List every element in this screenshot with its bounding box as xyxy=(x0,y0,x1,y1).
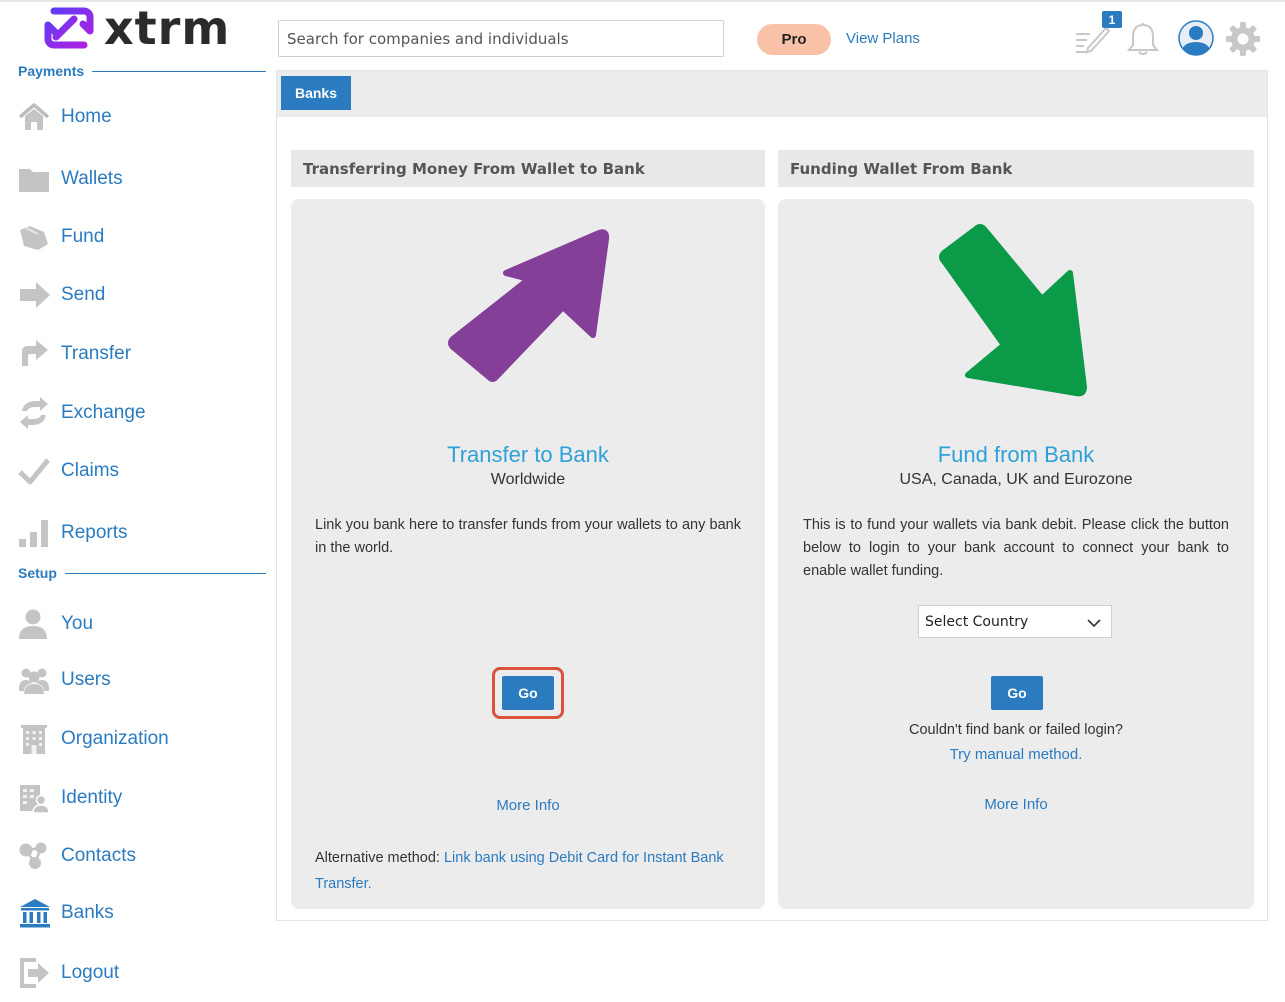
sidebar-item-you[interactable]: You xyxy=(18,606,258,642)
transfer-description: Link you bank here to transfer funds fro… xyxy=(315,517,741,556)
fund-from-bank-subtitle: USA, Canada, UK and Eurozone xyxy=(899,471,1133,488)
profile-avatar-icon[interactable] xyxy=(1178,20,1214,61)
sidebar-item-home[interactable]: Home xyxy=(18,99,258,135)
transfer-arrow-up-right-icon xyxy=(448,229,610,382)
fund-more-info-link[interactable]: More Info xyxy=(778,796,1254,813)
sidebar-item-exchange[interactable]: Exchange xyxy=(18,395,258,431)
chevron-down-icon xyxy=(1087,616,1101,632)
sidebar-item-label: Transfer xyxy=(61,343,132,364)
logout-icon xyxy=(18,956,52,990)
sidebar-item-organization[interactable]: Organization xyxy=(18,721,258,757)
sidebar-item-banks[interactable]: Banks xyxy=(18,895,258,931)
payments-heading-label: Payments xyxy=(18,63,85,79)
tab-bar xyxy=(277,71,1267,117)
tab-banks[interactable]: Banks xyxy=(281,76,351,110)
sidebar-item-label: Wallets xyxy=(61,168,123,189)
sidebar-item-transfer[interactable]: Transfer xyxy=(18,336,258,372)
sidebar-item-label: Organization xyxy=(61,728,169,749)
sidebar-item-label: Fund xyxy=(61,226,105,247)
sidebar-item-identity[interactable]: Identity xyxy=(18,780,258,816)
sidebar-item-label: Identity xyxy=(61,787,123,808)
transfer-icon xyxy=(18,337,52,371)
gear-icon[interactable] xyxy=(1225,21,1261,62)
sidebar-item-reports[interactable]: Reports xyxy=(18,515,258,551)
sidebar-item-label: Exchange xyxy=(61,402,146,423)
sidebar-item-fund[interactable]: Fund xyxy=(18,219,258,255)
setup-heading: Setup xyxy=(18,564,266,582)
payments-divider xyxy=(92,70,266,72)
logo-text: xtrm xyxy=(104,1,231,55)
transfer-to-bank-title: Transfer to Bank xyxy=(447,442,609,467)
building-icon xyxy=(18,722,52,756)
country-select-value: Select Country xyxy=(925,613,1029,630)
sidebar-item-label: Users xyxy=(61,669,111,690)
users-icon xyxy=(18,663,52,697)
sidebar-item-label: Home xyxy=(61,106,112,127)
fund-from-bank-title: Fund from Bank xyxy=(937,442,1095,467)
manual-method-link[interactable]: Try manual method. xyxy=(778,746,1254,763)
bell-icon[interactable] xyxy=(1126,22,1160,61)
transfer-section-header: Transferring Money From Wallet to Bank xyxy=(291,150,765,187)
sidebar-item-claims[interactable]: Claims xyxy=(18,453,258,489)
sidebar-item-wallets[interactable]: Wallets xyxy=(18,161,258,197)
setup-divider xyxy=(64,572,266,574)
sidebar-item-users[interactable]: Users xyxy=(18,662,258,698)
person-icon xyxy=(18,607,52,641)
payments-heading: Payments xyxy=(18,62,266,80)
logo-icon xyxy=(44,7,94,49)
fund-icon xyxy=(18,220,52,254)
view-plans-link[interactable]: View Plans xyxy=(846,30,920,47)
sidebar-item-label: Send xyxy=(61,284,106,305)
funding-section-header: Funding Wallet From Bank xyxy=(778,150,1254,187)
send-arrow-icon xyxy=(18,278,52,312)
sidebar-item-contacts[interactable]: Contacts xyxy=(18,838,258,874)
bank-help-text: Couldn't find bank or failed login? xyxy=(909,722,1123,738)
bank-icon xyxy=(18,896,52,930)
sidebar-item-label: Claims xyxy=(61,460,120,481)
identity-icon xyxy=(18,781,52,815)
sidebar-item-label: Banks xyxy=(61,902,114,923)
logo[interactable]: xtrm xyxy=(42,4,230,52)
sidebar-item-label: Contacts xyxy=(61,845,136,866)
sidebar-item-label: You xyxy=(61,613,94,634)
alternative-method-text: Alternative method: Link bank using Debi… xyxy=(315,845,750,897)
folder-icon xyxy=(18,162,52,196)
pro-badge[interactable]: Pro xyxy=(757,24,831,55)
setup-heading-label: Setup xyxy=(18,565,57,581)
transfer-more-info-link[interactable]: More Info xyxy=(291,797,765,814)
sidebar-item-label: Logout xyxy=(61,962,120,983)
sidebar-item-logout[interactable]: Logout xyxy=(18,955,258,991)
sidebar-item-label: Reports xyxy=(61,522,128,543)
bar-chart-icon xyxy=(18,516,52,550)
fund-arrow-down-right-icon xyxy=(939,224,1087,397)
exchange-icon xyxy=(18,396,52,430)
checkmark-icon xyxy=(18,454,52,488)
alternative-method-prefix: Alternative method: xyxy=(315,850,444,866)
country-select[interactable]: Select Country xyxy=(918,605,1112,638)
search-input[interactable] xyxy=(278,20,724,57)
transfer-to-bank-subtitle: Worldwide xyxy=(490,471,566,488)
home-icon xyxy=(18,100,52,134)
transfer-go-button[interactable]: Go xyxy=(502,676,554,710)
fund-description: This is to fund your wallets via bank de… xyxy=(803,517,1229,579)
notification-count-badge: 1 xyxy=(1102,11,1122,28)
sidebar-item-send[interactable]: Send xyxy=(18,277,258,313)
fund-go-button[interactable]: Go xyxy=(991,676,1043,710)
contacts-icon xyxy=(18,839,52,873)
